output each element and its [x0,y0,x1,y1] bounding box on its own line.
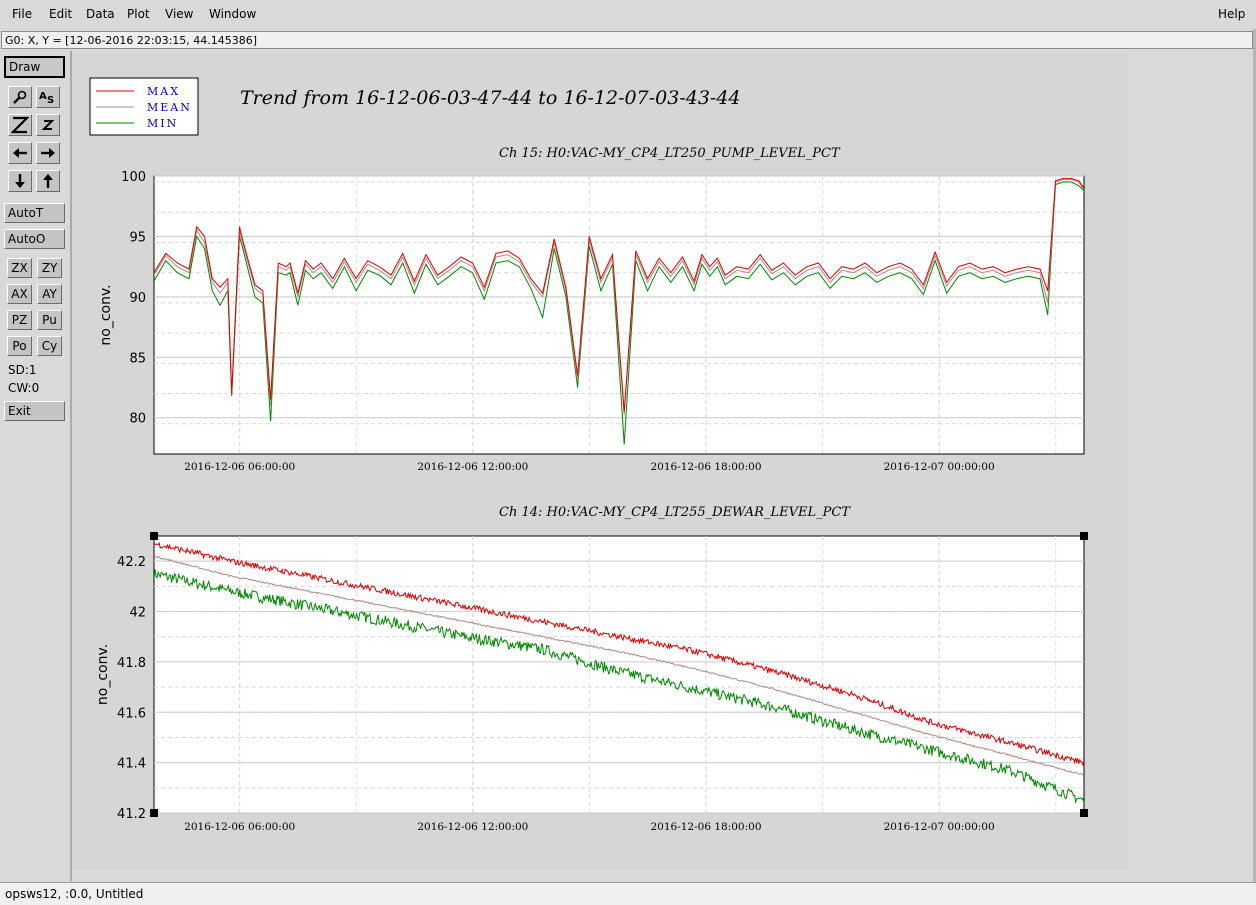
zoom-small-icon [41,120,55,130]
ax-button[interactable]: AX [7,284,32,304]
sd-status: SD:1 [8,363,37,377]
zoom-big-icon [10,116,30,134]
svg-text:A: A [39,91,47,102]
zoom-big-button[interactable] [8,114,32,136]
y-axis-label: no_conv. [98,284,114,345]
dewar-level-chart: Ch 14: H0:VAC-MY_CP4_LT255_DEWAR_LEVEL_P… [95,505,1088,833]
pan-right-button[interactable] [36,142,60,164]
selection-handle[interactable] [150,809,158,817]
draw-button[interactable]: Draw [4,56,65,78]
pump-level-chart: Ch 15: H0:VAC-MY_CP4_LT250_PUMP_LEVEL_PC… [98,146,1085,473]
y-axis-label: no_conv. [95,644,111,705]
menu-bar: File Edit Data Plot View Window Help [0,0,1256,29]
cw-status: CW:0 [8,381,40,395]
y-tick-label: 41.2 [117,807,146,822]
y-tick-label: 90 [129,291,146,306]
y-tick-label: 85 [129,351,146,366]
as-button[interactable]: AS [36,86,60,108]
y-tick-label: 42 [129,606,146,621]
x-tick-label: 2016-12-07 00:00:00 [884,461,995,473]
po-button[interactable]: Po [7,336,32,356]
arrow-down-icon [15,174,25,188]
menu-data[interactable]: Data [86,7,115,21]
zy-button[interactable]: ZY [37,258,62,278]
auto-o-button[interactable]: AutoO [4,229,65,249]
zoom-small-button[interactable] [36,114,60,136]
menu-help[interactable]: Help [1218,7,1245,21]
menu-file[interactable]: File [12,7,32,21]
pan-up-button[interactable] [36,170,60,192]
ay-button[interactable]: AY [37,284,62,304]
svg-text:S: S [47,95,54,105]
y-tick-label: 41.8 [117,656,146,671]
right-pane [1128,53,1254,881]
plot-canvas[interactable]: MAX MEAN MIN Trend from 16-12-06-03-47-4… [72,53,1128,869]
y-tick-label: 95 [129,230,146,245]
main-title: Trend from 16-12-06-03-47-44 to 16-12-07… [240,87,741,109]
auto-t-button[interactable]: AutoT [4,203,65,223]
chart-title: Ch 14: H0:VAC-MY_CP4_LT255_DEWAR_LEVEL_P… [499,505,851,520]
toolbar: Draw AS AutoT AutoO ZX ZY AX AY PZ Pu Po… [0,51,70,881]
exit-button[interactable]: Exit [4,401,65,421]
as-icon: AS [39,91,54,106]
selection-handle[interactable] [1080,809,1088,817]
y-tick-label: 41.6 [117,706,146,721]
arrow-left-icon [13,148,27,158]
status-bar: opsws12, :0.0, Untitled [0,882,1256,905]
legend-max-label: MAX [147,85,180,98]
legend-mean-label: MEAN [147,101,192,114]
plot-svg: MAX MEAN MIN Trend from 16-12-06-03-47-4… [89,77,1088,833]
y-tick-label: 41.4 [117,757,146,772]
x-tick-label: 2016-12-06 12:00:00 [417,461,528,473]
selection-handle[interactable] [1080,532,1088,540]
pan-left-button[interactable] [8,142,32,164]
x-tick-label: 2016-12-06 06:00:00 [184,461,295,473]
arrow-right-icon [41,148,55,158]
menu-plot[interactable]: Plot [127,7,150,21]
zx-button[interactable]: ZX [7,258,32,278]
y-tick-label: 80 [129,412,146,427]
x-tick-label: 2016-12-06 18:00:00 [650,461,761,473]
x-tick-label: 2016-12-06 18:00:00 [650,821,761,833]
arrow-up-icon [43,174,53,188]
x-tick-label: 2016-12-06 06:00:00 [184,821,295,833]
pz-button[interactable]: PZ [7,310,32,330]
menu-edit[interactable]: Edit [49,7,72,21]
legend-min-label: MIN [147,117,178,130]
selection-handle[interactable] [150,532,158,540]
menu-view[interactable]: View [165,7,193,21]
magnify-button[interactable] [8,86,32,108]
pan-down-button[interactable] [8,170,32,192]
x-tick-label: 2016-12-06 12:00:00 [417,821,528,833]
y-tick-label: 42.2 [117,555,146,570]
menu-window[interactable]: Window [209,7,256,21]
x-tick-label: 2016-12-07 00:00:00 [884,821,995,833]
chart-title: Ch 15: H0:VAC-MY_CP4_LT250_PUMP_LEVEL_PC… [499,146,841,161]
pu-button[interactable]: Pu [37,310,62,330]
magnify-icon [13,90,27,104]
coordinate-readout: G0: X, Y = [12-06-2016 22:03:15, 44.1453… [1,31,1253,49]
y-tick-label: 100 [121,170,146,185]
cy-button[interactable]: Cy [37,336,62,356]
legend: MAX MEAN MIN [89,77,199,136]
plot-area[interactable] [153,175,1085,455]
